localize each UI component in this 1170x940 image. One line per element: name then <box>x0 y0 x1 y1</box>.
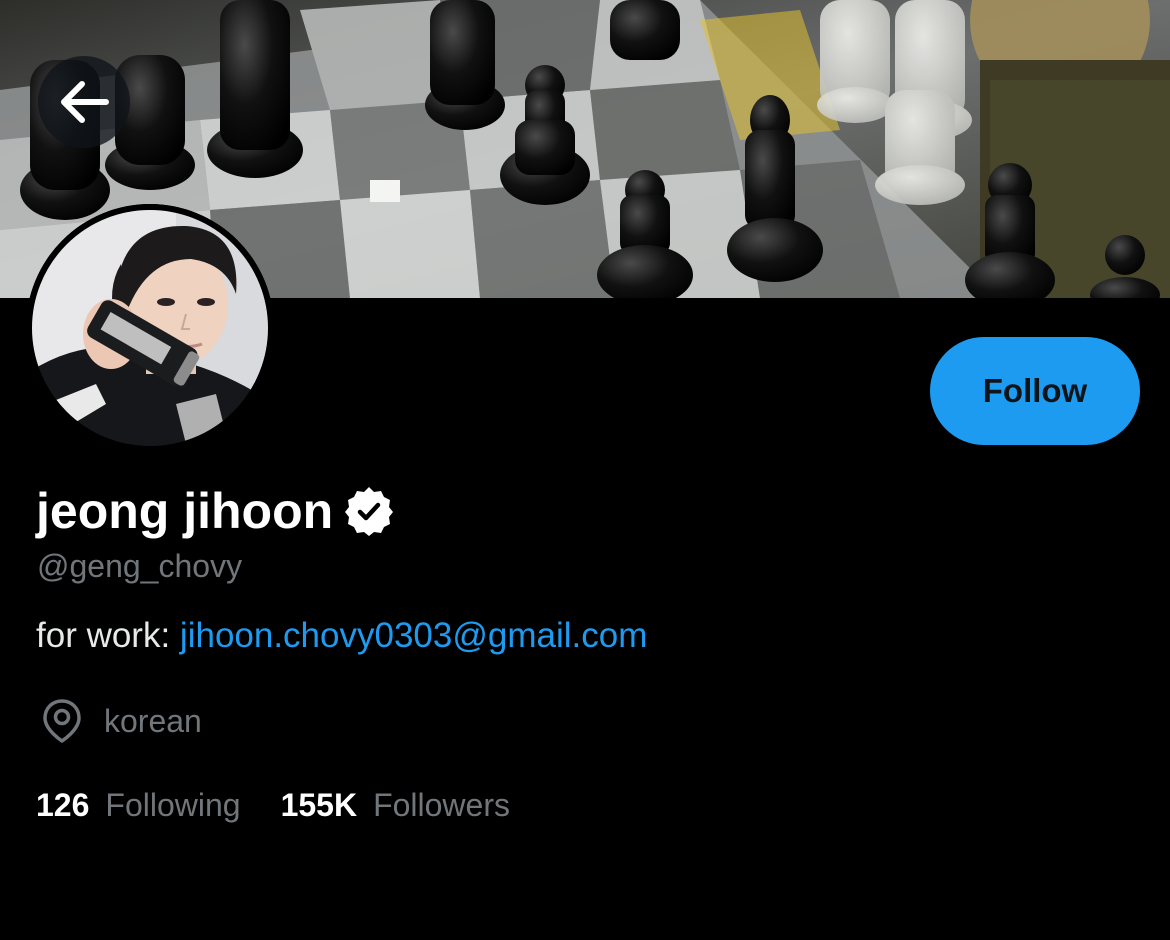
arrow-left-icon <box>61 81 109 123</box>
avatar-photo <box>26 204 274 452</box>
profile-stats: 126 Following 155K Followers <box>36 783 510 827</box>
followers-count: 155K <box>280 787 358 823</box>
verified-badge-icon[interactable] <box>343 485 395 537</box>
following-label: Following <box>105 787 241 823</box>
profile-name-row: jeong jihoon <box>36 480 395 542</box>
bio-email-link[interactable]: jihoon.chovy0303@gmail.com <box>180 616 647 655</box>
following-count: 126 <box>36 787 90 823</box>
location-text: korean <box>104 702 202 739</box>
follow-button[interactable]: Follow <box>930 337 1140 445</box>
username-handle: @geng_chovy <box>37 548 243 584</box>
profile-location: korean <box>40 696 202 746</box>
profile-bio: for work: jihoon.chovy0303@gmail.com <box>36 614 647 658</box>
back-button[interactable] <box>38 56 130 148</box>
following-stat[interactable]: 126 Following <box>36 783 241 827</box>
avatar[interactable] <box>26 204 274 452</box>
profile-page: Follow jeong jihoon @geng_chovy for work… <box>0 0 1170 940</box>
location-pin-icon <box>43 699 81 743</box>
bio-text: for work: <box>36 616 180 655</box>
followers-label: Followers <box>373 787 510 823</box>
display-name: jeong jihoon <box>36 483 334 539</box>
followers-stat[interactable]: 155K Followers <box>281 783 510 827</box>
